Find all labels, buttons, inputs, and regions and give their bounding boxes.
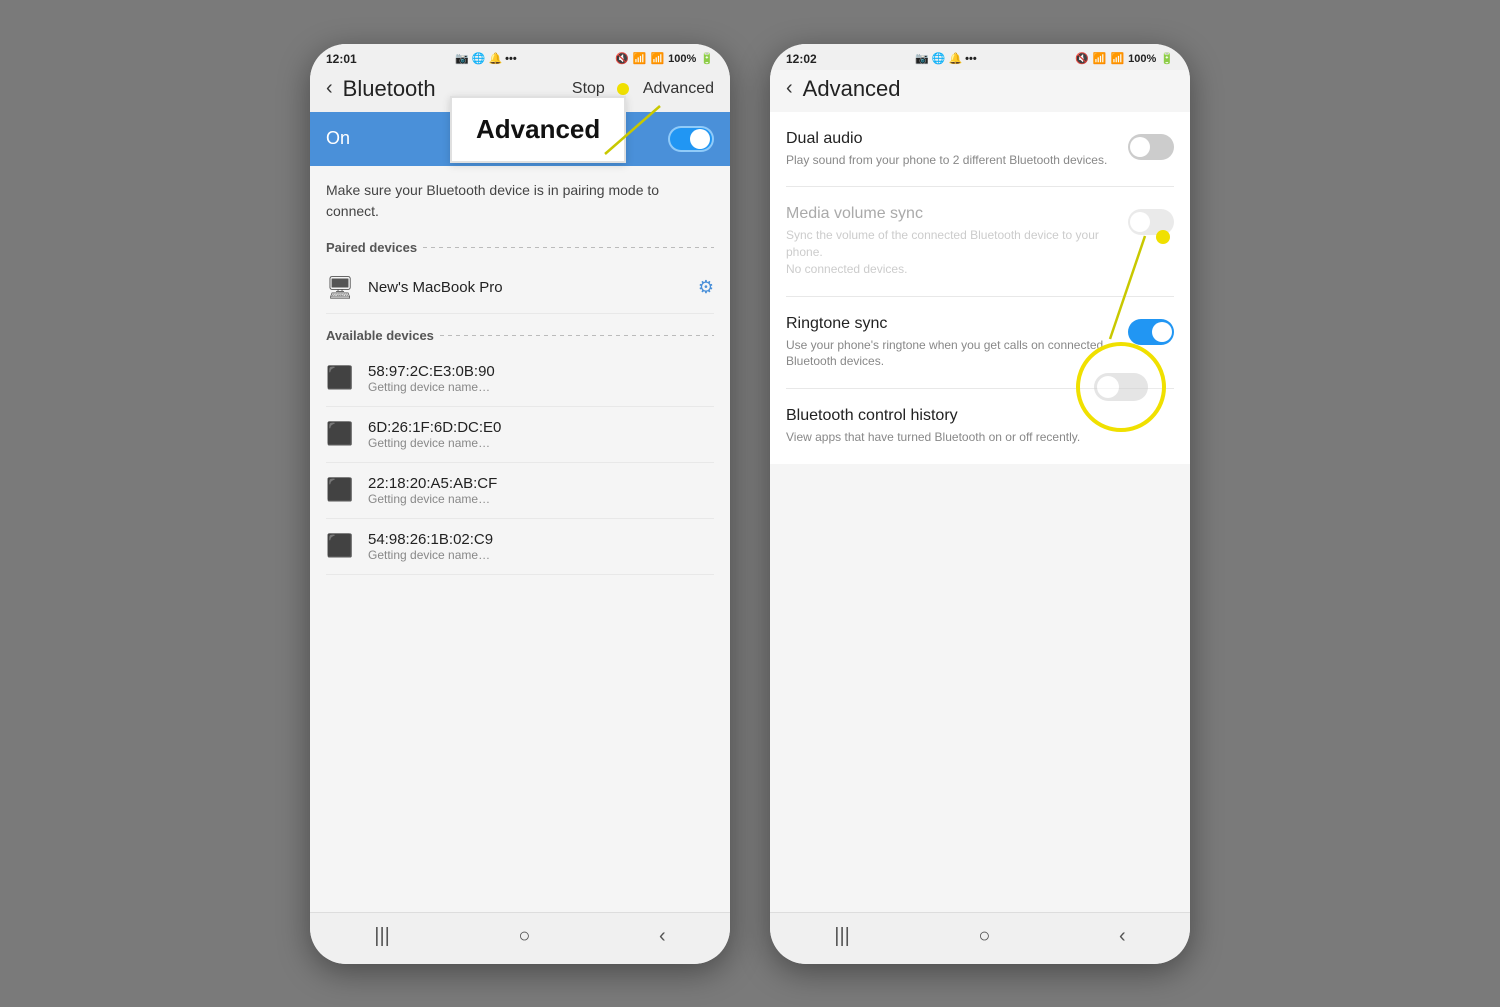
ringtone-sync-title: Ringtone sync: [786, 315, 1116, 333]
device-status-2: Getting device name…: [368, 436, 714, 450]
globe-icon-r: 🌐: [932, 52, 946, 65]
device-status-1: Getting device name…: [368, 380, 714, 394]
media-volume-title: Media volume sync: [786, 205, 1116, 223]
device-name-3: 22:18:20:A5:AB:CF: [368, 475, 714, 492]
device-icon-2: ⬛: [326, 421, 354, 447]
back-button-left[interactable]: ‹: [326, 77, 333, 100]
yellow-dot-dual-audio: [1156, 230, 1170, 244]
device-info-2: 6D:26:1F:6D:DC:E0 Getting device name…: [368, 419, 714, 450]
ringtone-sync-desc: Use your phone's ringtone when you get c…: [786, 337, 1116, 371]
dual-audio-text: Dual audio Play sound from your phone to…: [786, 130, 1116, 169]
battery-icon-right: 🔋: [1160, 52, 1174, 65]
toggle-in-circle: [1094, 373, 1148, 401]
signal-bars-icon-r: 📶: [1110, 52, 1124, 65]
pairing-hint: Make sure your Bluetooth device is in pa…: [326, 180, 714, 222]
mute-icon-r: 🔇: [1075, 52, 1089, 65]
battery-percent-left: 100%: [668, 53, 696, 65]
status-right-right: 🔇 📶 📶 100% 🔋: [1075, 52, 1174, 65]
available-devices-header: Available devices: [326, 328, 714, 343]
back-nav-button-left[interactable]: ‹: [659, 925, 666, 948]
back-button-right[interactable]: ‹: [786, 77, 793, 100]
device-info-macbook: New's MacBook Pro: [368, 279, 684, 296]
status-time-right: 12:02: [786, 52, 817, 66]
dual-audio-toggle[interactable]: [1128, 134, 1174, 160]
device-name-4: 54:98:26:1B:02:C9: [368, 531, 714, 548]
recents-button-left[interactable]: |||: [374, 925, 390, 948]
device-name-1: 58:97:2C:E3:0B:90: [368, 363, 714, 380]
right-phone: 12:02 📷 🌐 🔔 ••• 🔇 📶 📶 100% 🔋 ‹ Advanced …: [770, 44, 1190, 964]
ringtone-sync-text: Ringtone sync Use your phone's ringtone …: [786, 315, 1116, 371]
advanced-tooltip-text: Advanced: [476, 114, 600, 144]
battery-icon-left: 🔋: [700, 52, 714, 65]
home-button-left[interactable]: ○: [518, 925, 530, 948]
device-icon-1: ⬛: [326, 365, 354, 391]
device-name-2: 6D:26:1F:6D:DC:E0: [368, 419, 714, 436]
device-info-1: 58:97:2C:E3:0B:90 Getting device name…: [368, 363, 714, 394]
signal-bars-icon: 📶: [650, 52, 664, 65]
status-time-left: 12:01: [326, 52, 357, 66]
device-icon-4: ⬛: [326, 533, 354, 559]
dual-audio-title: Dual audio: [786, 130, 1116, 148]
notification-icon: 🔔: [488, 52, 502, 65]
dual-audio-item: Dual audio Play sound from your phone to…: [770, 112, 1190, 187]
bt-history-desc: View apps that have turned Bluetooth on …: [786, 429, 1162, 446]
advanced-settings-body: Dual audio Play sound from your phone to…: [770, 112, 1190, 912]
paired-device-macbook[interactable]: 🖥 New's MacBook Pro ⚙: [326, 263, 714, 314]
status-bar-right: 12:02 📷 🌐 🔔 ••• 🔇 📶 📶 100% 🔋: [770, 44, 1190, 70]
back-nav-button-right[interactable]: ‹: [1119, 925, 1126, 948]
camera-icon-r: 📷: [915, 52, 929, 65]
globe-icon: 🌐: [472, 52, 486, 65]
app-bar-right: ‹ Advanced: [770, 70, 1190, 112]
settings-gear-icon[interactable]: ⚙: [698, 277, 714, 298]
device-status-4: Getting device name…: [368, 548, 714, 562]
nav-bar-left: ||| ○ ‹: [310, 912, 730, 964]
device-info-3: 22:18:20:A5:AB:CF Getting device name…: [368, 475, 714, 506]
paired-devices-header: Paired devices: [326, 240, 714, 255]
home-button-right[interactable]: ○: [978, 925, 990, 948]
advanced-tooltip: Advanced: [450, 96, 626, 163]
battery-percent-right: 100%: [1128, 53, 1156, 65]
available-device-3[interactable]: ⬛ 22:18:20:A5:AB:CF Getting device name…: [326, 463, 714, 519]
device-name-macbook: New's MacBook Pro: [368, 279, 684, 296]
laptop-icon: 🖥: [326, 275, 354, 301]
notification-icon-r: 🔔: [948, 52, 962, 65]
media-volume-desc: Sync the volume of the connected Bluetoo…: [786, 227, 1116, 277]
available-device-4[interactable]: ⬛ 54:98:26:1B:02:C9 Getting device name…: [326, 519, 714, 575]
yellow-circle-annotation: [1076, 342, 1166, 432]
camera-icon: 📷: [455, 52, 469, 65]
right-phone-wrapper: 12:02 📷 🌐 🔔 ••• 🔇 📶 📶 100% 🔋 ‹ Advanced …: [770, 44, 1190, 964]
media-volume-text: Media volume sync Sync the volume of the…: [786, 205, 1116, 277]
wifi-icon: 📶: [633, 52, 647, 65]
ringtone-sync-toggle[interactable]: [1128, 319, 1174, 345]
available-device-1[interactable]: ⬛ 58:97:2C:E3:0B:90 Getting device name…: [326, 351, 714, 407]
recents-button-right[interactable]: |||: [834, 925, 850, 948]
mute-icon: 🔇: [615, 52, 629, 65]
status-bar-left: 12:01 📷 🌐 🔔 ••• 🔇 📶 📶 100% 🔋: [310, 44, 730, 70]
device-status-3: Getting device name…: [368, 492, 714, 506]
available-device-2[interactable]: ⬛ 6D:26:1F:6D:DC:E0 Getting device name…: [326, 407, 714, 463]
status-right-left: 🔇 📶 📶 100% 🔋: [615, 52, 714, 65]
bluetooth-toggle[interactable]: [668, 126, 714, 152]
page-title-right: Advanced: [803, 76, 1174, 102]
advanced-button[interactable]: Advanced: [643, 80, 714, 98]
wifi-icon-r: 📶: [1093, 52, 1107, 65]
section-divider: [423, 247, 714, 248]
bluetooth-body: Make sure your Bluetooth device is in pa…: [310, 166, 730, 912]
section-divider-available: [440, 335, 714, 336]
device-info-4: 54:98:26:1B:02:C9 Getting device name…: [368, 531, 714, 562]
device-icon-3: ⬛: [326, 477, 354, 503]
dual-audio-desc: Play sound from your phone to 2 differen…: [786, 152, 1116, 169]
nav-bar-right: ||| ○ ‹: [770, 912, 1190, 964]
left-phone: 12:01 📷 🌐 🔔 ••• 🔇 📶 📶 100% 🔋 ‹ Bluetooth…: [310, 44, 730, 964]
media-volume-item: Media volume sync Sync the volume of the…: [770, 187, 1190, 295]
bluetooth-on-label: On: [326, 128, 350, 149]
